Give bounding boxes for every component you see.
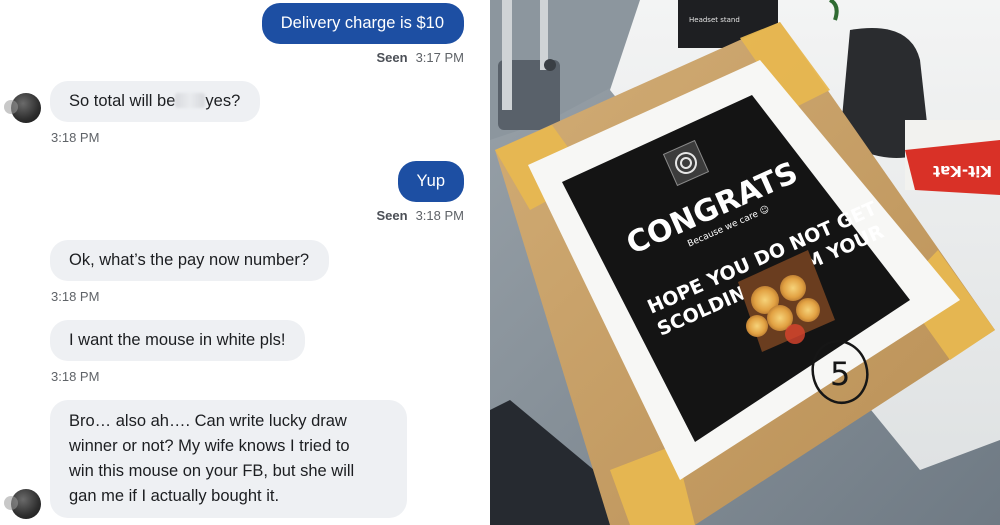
message-time: 3:18 PM — [51, 289, 100, 304]
seen-label: Seen — [376, 50, 408, 65]
message-text: yes? — [205, 92, 241, 110]
photo-illustration: Headset stand Kit-Kat CONGRATS Because w… — [490, 0, 1000, 525]
message-text: Delivery charge is $10 — [280, 14, 444, 32]
message-time: 3:18 PM — [51, 369, 100, 384]
message-text: Ok, what’s the pay now number? — [69, 251, 309, 269]
message-time: 3:18 PM — [51, 130, 100, 145]
seen-time: 3:18 PM — [415, 208, 464, 223]
snack-wrapper: Kit-Kat — [905, 120, 1000, 195]
message-bubble-incoming[interactable]: Bro… also ah…. Can write lucky draw winn… — [50, 400, 407, 518]
message-text: I want the mouse in white pls! — [69, 331, 286, 349]
seen-label: Seen — [376, 208, 408, 223]
seen-receipt: Seen 3:17 PM — [377, 50, 465, 65]
avatar[interactable] — [4, 489, 41, 519]
message-bubble-incoming[interactable]: So total will be yes? — [50, 81, 261, 122]
box-number: 5 — [830, 355, 850, 393]
headset-label: Headset stand — [689, 16, 740, 24]
message-text: So total will be — [69, 92, 176, 110]
redacted-amount — [175, 93, 206, 108]
message-text: Yup — [416, 172, 445, 190]
seen-time: 3:17 PM — [415, 50, 464, 65]
message-bubble-incoming[interactable]: I want the mouse in white pls! — [50, 320, 306, 361]
message-line: winner or not? My wife knows I tried to — [69, 437, 350, 455]
seen-receipt: Seen 3:18 PM — [377, 208, 465, 223]
package-photo: Headset stand Kit-Kat CONGRATS Because w… — [490, 0, 1000, 525]
message-bubble-outgoing[interactable]: Delivery charge is $10 — [261, 3, 464, 44]
chat-panel: Delivery charge is $10 Seen 3:17 PM So t… — [0, 0, 490, 525]
message-bubble-incoming[interactable]: Ok, what’s the pay now number? — [50, 240, 329, 281]
message-line: gan me if I actually bought it. — [69, 487, 280, 505]
message-line: win this mouse on your FB, but she will — [69, 462, 355, 480]
wrapper-text: Kit-Kat — [933, 162, 992, 180]
avatar[interactable] — [4, 93, 41, 123]
message-bubble-outgoing[interactable]: Yup — [397, 161, 464, 202]
message-line: Bro… also ah…. Can write lucky draw — [69, 412, 347, 430]
